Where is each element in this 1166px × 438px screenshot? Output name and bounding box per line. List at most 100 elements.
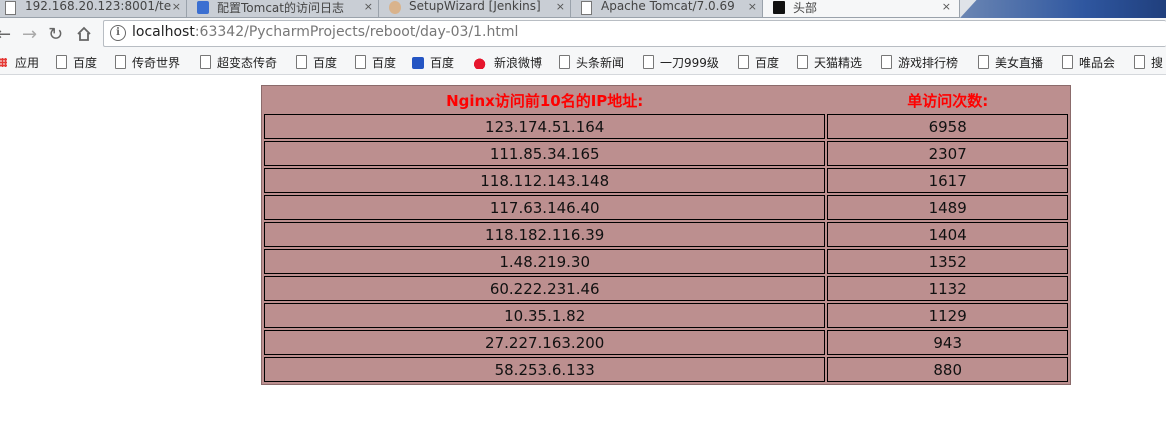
tab-2[interactable]: 配置Tomcat的访问日志 × xyxy=(186,0,384,18)
table-row: 117.63.146.40 1489 xyxy=(264,195,1068,220)
count-cell: 1489 xyxy=(827,195,1068,220)
bookmark-label: 百度 xyxy=(430,56,455,70)
close-icon[interactable]: × xyxy=(942,0,951,13)
baidu-paw-icon xyxy=(412,57,424,69)
bookmark-apps[interactable]: 应用 xyxy=(0,54,39,72)
bookmark-label: 美女直播 xyxy=(995,56,1044,70)
bookmark-label: 百度 xyxy=(372,56,397,70)
tab-strip: 192.168.20.123:8001/te × 配置Tomcat的访问日志 ×… xyxy=(0,0,1166,18)
page-icon xyxy=(115,55,126,69)
tab-title: SetupWizard [Jenkins] xyxy=(409,0,541,13)
table-header-row: Nginx访问前10名的IP地址: 单访问次数: xyxy=(264,88,1068,112)
tab-5-active[interactable]: 头部 × xyxy=(762,0,960,18)
ip-cell: 123.174.51.164 xyxy=(264,114,826,139)
page-icon xyxy=(643,55,654,69)
url-text[interactable]: localhost:63342/PycharmProjects/reboot/d… xyxy=(132,24,518,40)
ip-cell: 118.182.116.39 xyxy=(264,222,826,247)
ip-cell: 60.222.231.46 xyxy=(264,276,826,301)
tab-title: 头部 xyxy=(793,1,818,15)
weibo-icon xyxy=(474,57,488,69)
page-icon xyxy=(978,55,989,69)
bookmark-item[interactable]: 头条新闻 xyxy=(559,54,624,72)
table-row: 1.48.219.30 1352 xyxy=(264,249,1068,274)
pycharm-icon xyxy=(773,1,785,14)
bookmark-item[interactable]: 超变态传奇 xyxy=(200,54,277,72)
jenkins-icon xyxy=(389,1,401,14)
bookmark-item[interactable]: 传奇世界 xyxy=(115,54,180,72)
bookmark-label: 百度 xyxy=(313,56,338,70)
bookmark-label: 百度 xyxy=(73,56,98,70)
table-row: 27.227.163.200 943 xyxy=(264,330,1068,355)
ip-cell: 118.112.143.148 xyxy=(264,168,826,193)
page-icon xyxy=(559,55,570,69)
page-icon xyxy=(56,55,67,69)
blog-icon xyxy=(197,1,209,14)
table-row: 60.222.231.46 1132 xyxy=(264,276,1068,301)
page-icon xyxy=(5,1,16,15)
bookmark-label: 传奇世界 xyxy=(132,56,181,70)
tab-title: Apache Tomcat/7.0.69 xyxy=(601,0,735,13)
bookmark-label: 一刀999级 xyxy=(660,56,719,70)
ip-cell: 1.48.219.30 xyxy=(264,249,826,274)
page-icon xyxy=(581,1,592,15)
bookmark-item[interactable]: 搜 xyxy=(1134,54,1163,72)
ip-cell: 27.227.163.200 xyxy=(264,330,826,355)
bookmark-item[interactable]: 新浪微博 xyxy=(474,54,542,72)
bookmark-item[interactable]: 百度 xyxy=(355,54,396,72)
close-icon[interactable]: × xyxy=(556,0,565,13)
ip-cell: 58.253.6.133 xyxy=(264,357,826,382)
count-cell: 1132 xyxy=(827,276,1068,301)
count-cell: 2307 xyxy=(827,141,1068,166)
address-bar[interactable]: i localhost:63342/PycharmProjects/reboot… xyxy=(103,20,1166,47)
ip-stats-table: Nginx访问前10名的IP地址: 单访问次数: 123.174.51.164 6… xyxy=(261,85,1071,385)
page-icon xyxy=(355,55,366,69)
table-row: 118.182.116.39 1404 xyxy=(264,222,1068,247)
count-cell: 943 xyxy=(827,330,1068,355)
bookmark-label: 新浪微博 xyxy=(494,56,543,70)
bookmark-item[interactable]: 百度 xyxy=(56,54,97,72)
bookmark-label: 头条新闻 xyxy=(576,56,625,70)
bookmark-item[interactable]: 游戏排行榜 xyxy=(881,54,958,72)
home-icon[interactable] xyxy=(76,26,92,42)
close-icon[interactable]: × xyxy=(748,0,757,13)
tab-title: 配置Tomcat的访问日志 xyxy=(217,1,344,15)
table-row: 58.253.6.133 880 xyxy=(264,357,1068,382)
tab-1[interactable]: 192.168.20.123:8001/te × xyxy=(0,0,192,18)
page-icon xyxy=(1062,55,1073,69)
back-arrow-icon[interactable]: ← xyxy=(0,24,11,45)
table-row: 111.85.34.165 2307 xyxy=(264,141,1068,166)
forward-arrow-icon[interactable]: → xyxy=(22,24,37,45)
bookmark-label: 游戏排行榜 xyxy=(898,56,959,70)
close-icon[interactable]: × xyxy=(172,0,181,13)
count-cell: 6958 xyxy=(827,114,1068,139)
count-cell: 880 xyxy=(827,357,1068,382)
bookmark-item[interactable]: 唯品会 xyxy=(1062,54,1115,72)
bookmark-label: 百度 xyxy=(755,56,780,70)
window-decoration xyxy=(960,0,1166,18)
bookmark-label: 应用 xyxy=(15,56,40,70)
bookmark-item[interactable]: 天猫精选 xyxy=(797,54,862,72)
page-icon xyxy=(881,55,892,69)
bookmark-item[interactable]: 一刀999级 xyxy=(643,54,719,72)
table-row: 123.174.51.164 6958 xyxy=(264,114,1068,139)
table-row: 118.112.143.148 1617 xyxy=(264,168,1068,193)
info-icon[interactable]: i xyxy=(110,25,126,41)
bookmark-item[interactable]: 美女直播 xyxy=(978,54,1043,72)
bookmarks-bar: 应用 百度 传奇世界 超变态传奇 百度 百度 百度 新浪微博 头条新闻 一刀99… xyxy=(0,51,1166,75)
bookmark-item[interactable]: 百度 xyxy=(412,54,454,72)
url-path: :63342/PycharmProjects/reboot/day-03/1.h… xyxy=(194,24,519,40)
tab-3[interactable]: SetupWizard [Jenkins] × xyxy=(378,0,576,18)
page-icon xyxy=(738,55,749,69)
close-icon[interactable]: × xyxy=(364,0,373,13)
reload-icon[interactable]: ↻ xyxy=(48,24,63,45)
ip-column-header: Nginx访问前10名的IP地址: xyxy=(446,91,644,110)
bookmark-item[interactable]: 百度 xyxy=(296,54,337,72)
ip-cell: 117.63.146.40 xyxy=(264,195,826,220)
page-icon xyxy=(1134,55,1145,69)
url-host: localhost xyxy=(132,24,195,40)
bookmark-label: 搜 xyxy=(1151,56,1164,70)
count-cell: 1352 xyxy=(827,249,1068,274)
bookmark-item[interactable]: 百度 xyxy=(738,54,779,72)
tab-4[interactable]: Apache Tomcat/7.0.69 × xyxy=(570,0,768,18)
page-icon xyxy=(296,55,307,69)
